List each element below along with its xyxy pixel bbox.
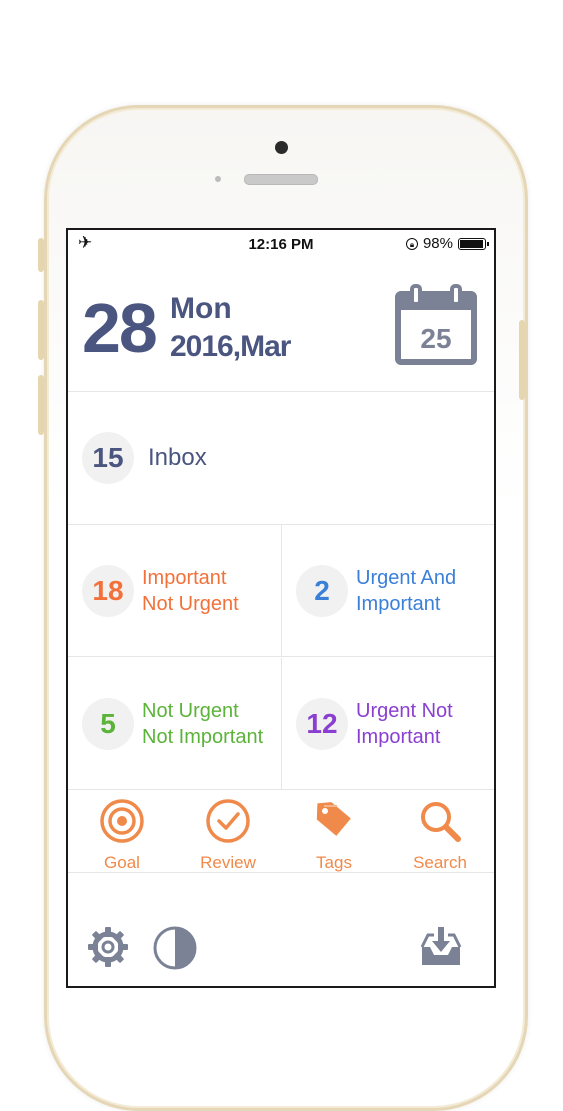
rotation-lock-icon: 🔒︎ — [405, 237, 418, 250]
search-button[interactable]: Search — [390, 798, 490, 873]
quadrant-not-urgent-not-important[interactable]: 5 Not Urgent Not Important — [68, 658, 282, 790]
app-screen: ✈ 12:16 PM 🔒︎ 98% 28 Mon 2016,Mar 25 15 … — [66, 228, 496, 988]
settings-button[interactable] — [86, 925, 130, 974]
tags-label: Tags — [316, 853, 352, 872]
quadrant-label: Not Urgent Not Important — [142, 698, 263, 750]
power-button — [519, 320, 525, 400]
quadrant-label-line2: Important — [356, 593, 441, 615]
pie-chart-icon — [153, 926, 197, 970]
bottom-bar — [68, 873, 494, 986]
quadrant-label-line1: Not Urgent — [142, 700, 239, 722]
statistics-button[interactable] — [152, 925, 198, 976]
date-day: 28 — [82, 289, 158, 367]
battery-percent: 98% — [422, 235, 453, 252]
mute-switch — [38, 238, 44, 272]
goal-label: Goal — [104, 853, 140, 872]
calendar-button[interactable]: 25 — [394, 284, 478, 373]
quadrant-label: Urgent And Important — [356, 565, 456, 617]
search-icon — [421, 802, 461, 842]
quadrant-label-line1: Urgent Not — [356, 700, 453, 722]
gear-icon — [88, 927, 128, 967]
tag-icon — [316, 802, 351, 836]
target-icon — [100, 799, 144, 843]
quadrant-label-line1: Urgent And — [356, 567, 457, 589]
tags-button[interactable]: Tags — [284, 798, 384, 873]
date-weekday: Mon — [170, 292, 232, 325]
quadrant-urgent-not-important[interactable]: 12 Urgent Not Important — [282, 658, 494, 790]
proximity-sensor — [215, 176, 221, 182]
goal-button[interactable]: Goal — [72, 798, 172, 873]
inbox-download-icon — [420, 927, 462, 965]
inbox-label: Inbox — [148, 444, 207, 471]
quadrant-label-line2: Not Urgent — [142, 593, 239, 615]
calendar-icon: 25 — [395, 284, 477, 365]
quadrant-label: Urgent Not Important — [356, 698, 453, 750]
date-year-month: 2016,Mar — [170, 330, 291, 363]
check-circle-icon — [206, 799, 250, 843]
import-button[interactable] — [418, 925, 464, 974]
date-header: 28 Mon 2016,Mar 25 — [68, 258, 494, 392]
quadrant-label-line1: Important — [142, 567, 227, 589]
review-button[interactable]: Review — [178, 798, 278, 873]
toolbar: Goal Review Tags Search — [68, 792, 494, 873]
quadrant-label-line2: Not Important — [142, 726, 264, 748]
inbox-count: 15 — [82, 432, 134, 484]
review-label: Review — [200, 853, 256, 872]
volume-up-button — [38, 300, 44, 360]
quadrant-label: Important Not Urgent — [142, 565, 239, 617]
quadrant-label-line2: Important — [356, 726, 441, 748]
calendar-day: 25 — [420, 323, 451, 354]
inbox-row[interactable]: 15 Inbox — [68, 392, 494, 525]
quadrant-important-not-urgent[interactable]: 18 Important Not Urgent — [68, 525, 282, 657]
volume-down-button — [38, 375, 44, 435]
earpiece-speaker — [244, 174, 318, 185]
status-bar: ✈ 12:16 PM 🔒︎ 98% — [68, 230, 494, 258]
quadrant-count: 2 — [296, 565, 348, 617]
search-label: Search — [413, 853, 467, 872]
quadrant-count: 18 — [82, 565, 134, 617]
front-camera — [275, 141, 288, 154]
quadrant-urgent-and-important[interactable]: 2 Urgent And Important — [282, 525, 494, 657]
quadrant-count: 5 — [82, 698, 134, 750]
battery-icon — [458, 237, 489, 250]
quadrant-count: 12 — [296, 698, 348, 750]
